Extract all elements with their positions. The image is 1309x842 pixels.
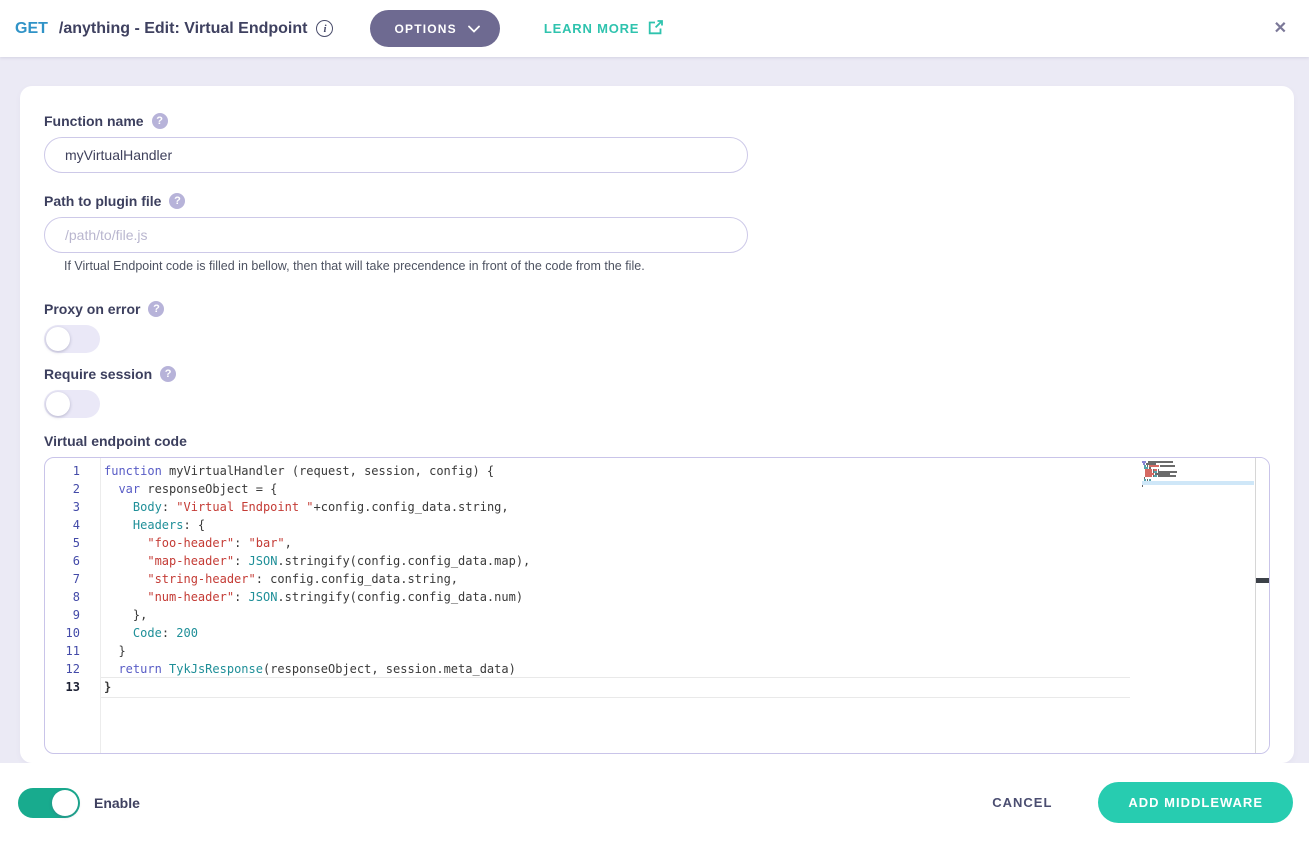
- code-line[interactable]: "map-header": JSON.stringify(config.conf…: [101, 552, 1269, 570]
- cancel-button[interactable]: CANCEL: [992, 795, 1052, 810]
- editor-gutter: 12345678910111213: [45, 458, 101, 753]
- footer-actions: CANCEL ADD MIDDLEWARE: [992, 782, 1293, 823]
- line-number: 9: [45, 606, 100, 624]
- code-line[interactable]: Code: 200: [101, 624, 1269, 642]
- toggle-knob: [46, 392, 70, 416]
- code-line[interactable]: return TykJsResponse(responseObject, ses…: [101, 660, 1269, 678]
- proxy-on-error-toggle[interactable]: [44, 325, 100, 353]
- line-number: 13: [45, 678, 100, 696]
- editor-scrollbar-thumb[interactable]: [1256, 578, 1269, 583]
- plugin-path-helper-text: If Virtual Endpoint code is filled in be…: [64, 259, 1270, 273]
- close-icon[interactable]: ✕: [1268, 17, 1293, 41]
- modal-body: Function name ? Path to plugin file ? If…: [0, 57, 1309, 763]
- line-number: 1: [45, 462, 100, 480]
- code-line[interactable]: }: [101, 678, 1269, 696]
- learn-more-link[interactable]: LEARN MORE: [544, 19, 664, 39]
- require-session-toggle[interactable]: [44, 390, 100, 418]
- code-line[interactable]: "foo-header": "bar",: [101, 534, 1269, 552]
- line-number: 2: [45, 480, 100, 498]
- proxy-on-error-label: Proxy on error: [44, 301, 140, 317]
- help-icon[interactable]: ?: [148, 301, 164, 317]
- function-name-input[interactable]: [44, 137, 748, 173]
- code-line[interactable]: }: [101, 642, 1269, 660]
- add-middleware-button[interactable]: ADD MIDDLEWARE: [1098, 782, 1293, 823]
- line-number: 7: [45, 570, 100, 588]
- code-editor-label-row: Virtual endpoint code: [44, 432, 1270, 449]
- require-session-label-row: Require session ?: [44, 365, 1270, 382]
- learn-more-label: LEARN MORE: [544, 21, 639, 36]
- plugin-path-label-row: Path to plugin file ?: [44, 192, 1270, 209]
- enable-label: Enable: [94, 795, 140, 811]
- code-line[interactable]: },: [101, 606, 1269, 624]
- info-icon[interactable]: i: [316, 20, 333, 37]
- function-name-label: Function name: [44, 113, 144, 129]
- editor-minimap[interactable]: [1142, 461, 1254, 487]
- line-number: 4: [45, 516, 100, 534]
- line-number: 6: [45, 552, 100, 570]
- help-icon[interactable]: ?: [169, 193, 185, 209]
- minimap-viewport[interactable]: [1142, 481, 1254, 485]
- help-icon[interactable]: ?: [160, 366, 176, 382]
- options-button[interactable]: OPTIONS: [370, 10, 499, 47]
- external-link-icon: [647, 19, 664, 39]
- line-number: 10: [45, 624, 100, 642]
- code-line[interactable]: "string-header": config.config_data.stri…: [101, 570, 1269, 588]
- function-name-label-row: Function name ?: [44, 112, 1270, 129]
- chevron-down-icon: [468, 22, 480, 36]
- code-editor-label: Virtual endpoint code: [44, 433, 187, 449]
- code-editor[interactable]: 12345678910111213 function myVirtualHand…: [44, 457, 1270, 754]
- plugin-path-input[interactable]: [44, 217, 748, 253]
- line-number: 3: [45, 498, 100, 516]
- enable-control: Enable: [18, 788, 140, 818]
- code-line[interactable]: var responseObject = {: [101, 480, 1269, 498]
- editor-text[interactable]: function myVirtualHandler (request, sess…: [101, 458, 1269, 753]
- code-line[interactable]: Headers: {: [101, 516, 1269, 534]
- code-line[interactable]: Body: "Virtual Endpoint "+config.config_…: [101, 498, 1269, 516]
- toggle-knob: [46, 327, 70, 351]
- enable-toggle[interactable]: [18, 788, 80, 818]
- code-line[interactable]: "num-header": JSON.stringify(config.conf…: [101, 588, 1269, 606]
- line-number: 8: [45, 588, 100, 606]
- options-button-label: OPTIONS: [394, 22, 456, 36]
- help-icon[interactable]: ?: [152, 113, 168, 129]
- code-line[interactable]: function myVirtualHandler (request, sess…: [101, 462, 1269, 480]
- header-bar: GET /anything - Edit: Virtual Endpoint i…: [0, 0, 1309, 57]
- plugin-path-label: Path to plugin file: [44, 193, 161, 209]
- line-number: 12: [45, 660, 100, 678]
- page-title: /anything - Edit: Virtual Endpoint: [59, 20, 308, 38]
- footer-bar: Enable CANCEL ADD MIDDLEWARE: [0, 763, 1309, 842]
- line-number: 5: [45, 534, 100, 552]
- line-number: 11: [45, 642, 100, 660]
- form-card: Function name ? Path to plugin file ? If…: [20, 86, 1294, 763]
- require-session-label: Require session: [44, 366, 152, 382]
- proxy-on-error-label-row: Proxy on error ?: [44, 300, 1270, 317]
- toggle-knob: [52, 790, 78, 816]
- editor-scrollbar-track[interactable]: [1255, 458, 1269, 753]
- http-method-badge: GET: [15, 20, 48, 38]
